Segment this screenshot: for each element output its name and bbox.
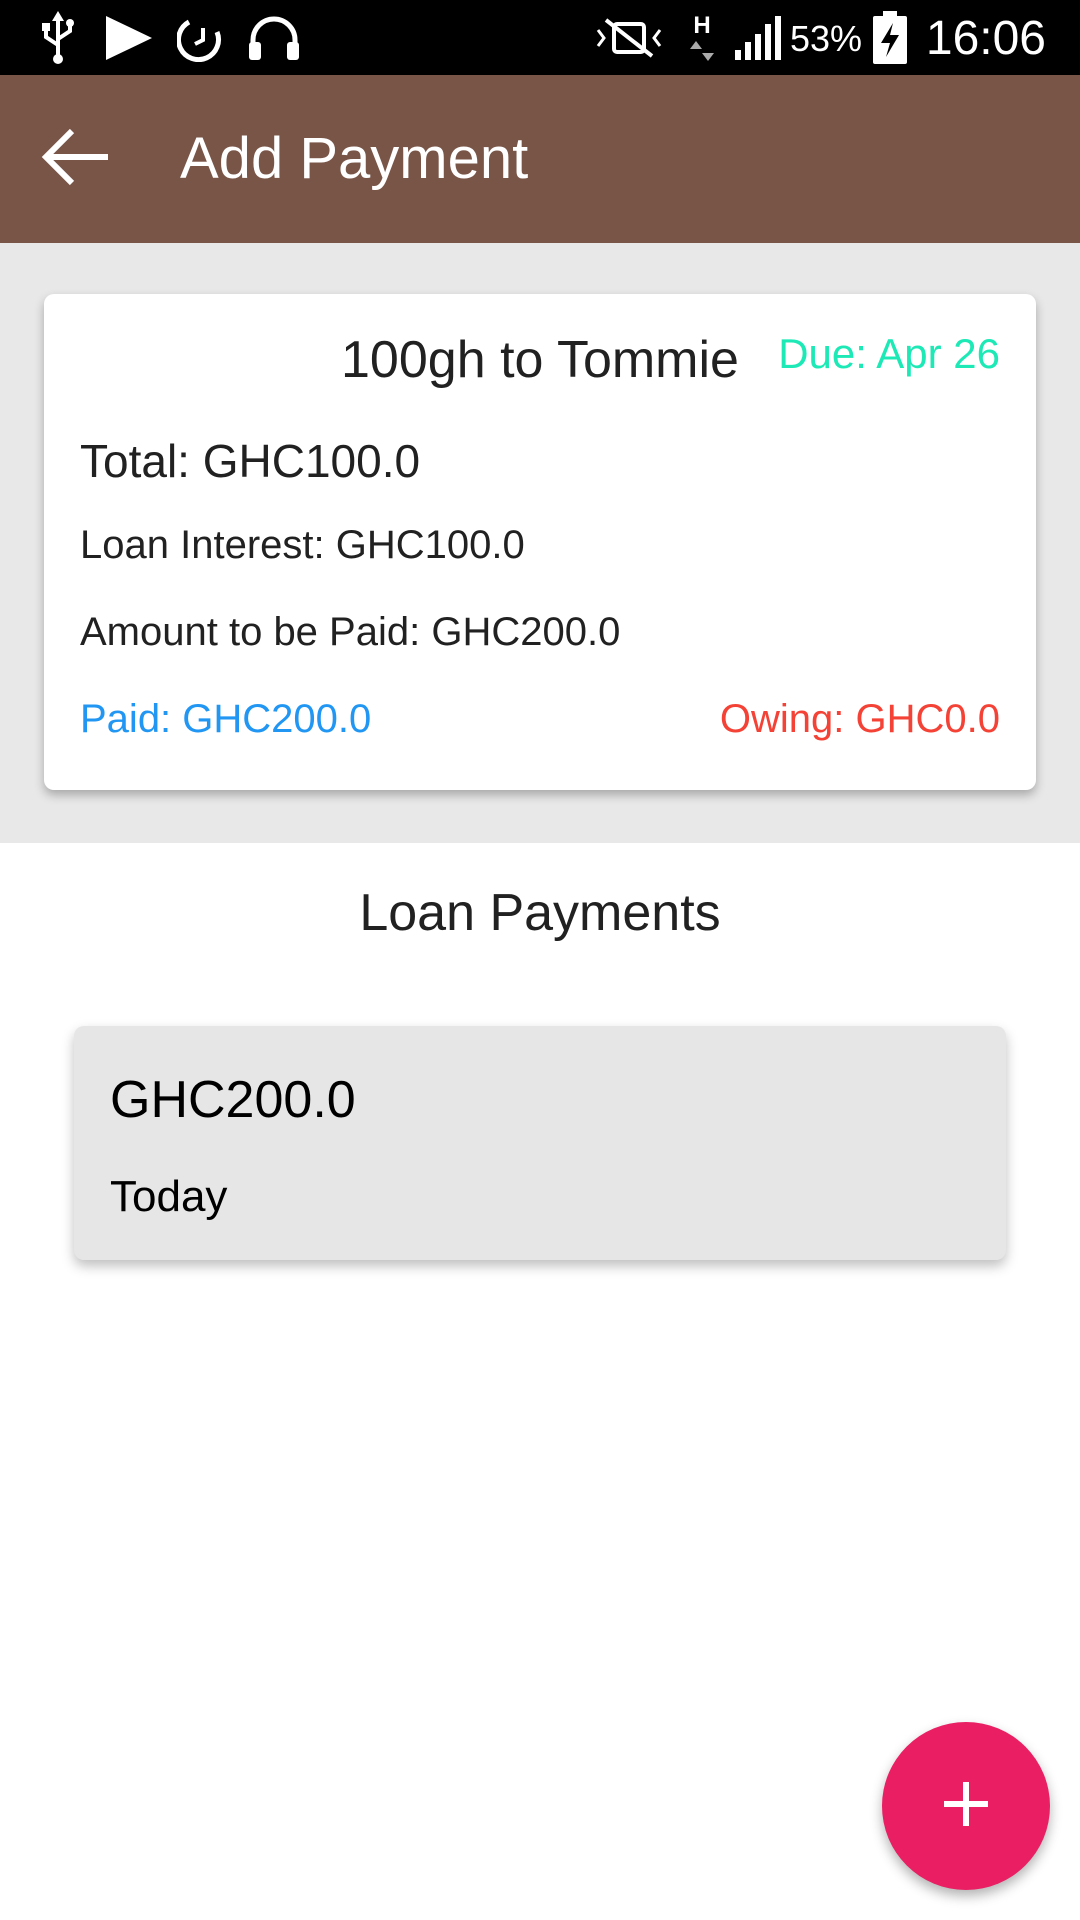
- payment-amount: GHC200.0: [110, 1071, 356, 1129]
- battery-charging-icon: [870, 0, 910, 75]
- loan-summary-section: 100gh to Tommie Due: Apr 26 Total: GHC10…: [0, 243, 1080, 843]
- signal-icon: [732, 0, 782, 75]
- owing-amount: Owing: GHC0.0: [719, 697, 1000, 741]
- usb-icon: [36, 0, 80, 75]
- status-time: 16:06: [925, 12, 1046, 65]
- status-bar: H 53% 16:06: [0, 0, 1080, 75]
- alarm-icon: [176, 0, 226, 75]
- payment-date: Today: [110, 1172, 228, 1221]
- due-date: Due: Apr 26: [778, 330, 1000, 377]
- svg-text:H: H: [693, 12, 710, 39]
- paid-amount: Paid: GHC200.0: [80, 697, 372, 741]
- amount-to-be-paid: Amount to be Paid: GHC200.0: [80, 610, 621, 654]
- plus-icon: [936, 1774, 996, 1839]
- arrow-back-icon: [40, 127, 112, 192]
- vibrate-icon: [594, 0, 664, 75]
- loan-payments-heading: Loan Payments: [359, 884, 721, 942]
- network-h-icon: H: [684, 0, 720, 75]
- headphones-icon: [246, 0, 302, 75]
- payment-list-item[interactable]: GHC200.0 Today: [74, 1026, 1006, 1260]
- play-icon: [100, 0, 156, 75]
- back-button[interactable]: [34, 117, 118, 201]
- battery-percent: 53%: [790, 18, 863, 59]
- loan-summary-card: 100gh to Tommie Due: Apr 26 Total: GHC10…: [44, 294, 1036, 790]
- loan-interest: Loan Interest: GHC100.0: [80, 523, 525, 567]
- app-bar: Add Payment: [0, 75, 1080, 243]
- page-title: Add Payment: [180, 126, 529, 191]
- loan-total: Total: GHC100.0: [80, 435, 421, 487]
- add-payment-button[interactable]: [882, 1722, 1050, 1890]
